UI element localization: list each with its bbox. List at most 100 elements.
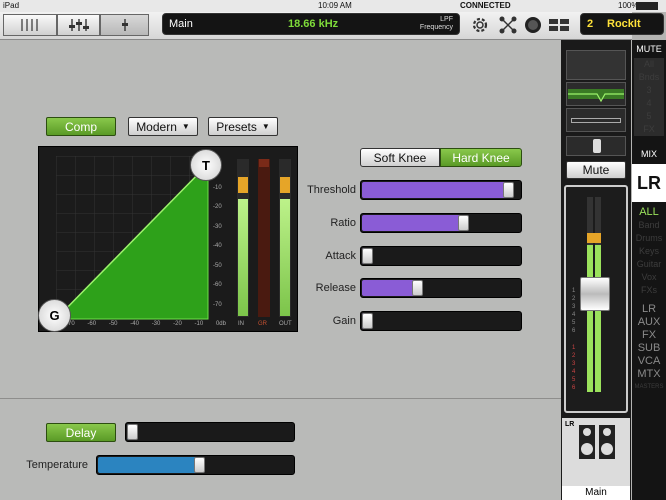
- channel-display[interactable]: Main 18.66 kHz LPF Frequency: [162, 13, 460, 35]
- x-tick: -50: [108, 321, 118, 327]
- slider-thumb[interactable]: [412, 280, 423, 296]
- filter-type: LPF: [440, 16, 453, 23]
- x-tick: -40: [130, 321, 139, 327]
- channels-view-button[interactable]: [3, 14, 57, 36]
- input-thumbnail[interactable]: [566, 50, 626, 80]
- single-fader-icon: [121, 19, 128, 31]
- scene-number: 2: [587, 18, 594, 30]
- mix-all-button[interactable]: ALL: [632, 206, 666, 219]
- eq-thumbnail[interactable]: [566, 82, 626, 106]
- meters-view-icon[interactable]: [548, 17, 570, 33]
- masters-label[interactable]: MASTERS: [632, 381, 666, 394]
- gain-reduction-meter: [258, 159, 270, 317]
- mix-item[interactable]: Guitar: [632, 258, 666, 271]
- dynamics-thumbnail[interactable]: [566, 108, 626, 132]
- ratio-slider[interactable]: [360, 213, 522, 233]
- gain-label: Gain: [332, 315, 356, 327]
- scene-display[interactable]: 2 RockIt: [580, 13, 664, 35]
- threshold-handle[interactable]: T: [190, 149, 222, 181]
- slider-thumb[interactable]: [127, 424, 138, 440]
- attack-slider[interactable]: [360, 246, 522, 266]
- mix-item[interactable]: Band: [632, 219, 666, 232]
- group-fx[interactable]: FX: [632, 329, 666, 342]
- eq-curve-icon: [568, 89, 624, 103]
- temperature-slider[interactable]: [96, 455, 295, 475]
- fader-area: 123456 123456: [564, 185, 628, 413]
- scene-name: RockIt: [607, 18, 641, 30]
- ratio-label: Ratio: [330, 217, 356, 229]
- slider-fill: [362, 215, 464, 231]
- y-tick: -50: [213, 262, 222, 269]
- main-channel-icon-box[interactable]: LR: [562, 418, 630, 486]
- main-channel-label[interactable]: Main: [562, 486, 630, 500]
- comp-toggle-button[interactable]: Comp: [46, 117, 116, 136]
- attack-label: Attack: [325, 250, 356, 262]
- slider-thumb[interactable]: [194, 457, 205, 473]
- mix-item[interactable]: Vox: [632, 271, 666, 284]
- faders-icon: [68, 19, 89, 31]
- x-tick: -30: [151, 321, 161, 327]
- gain-slider[interactable]: [360, 311, 522, 331]
- release-label: Release: [315, 282, 356, 294]
- chevron-down-icon: ▼: [181, 122, 190, 131]
- mute-group-fx[interactable]: FX: [634, 123, 664, 136]
- chevron-down-icon: ▼: [261, 122, 270, 131]
- mute-button[interactable]: Mute: [566, 161, 626, 179]
- mute-group-all[interactable]: All: [634, 58, 664, 71]
- mix-item[interactable]: Keys: [632, 245, 666, 258]
- meter-scale-right: 123456: [572, 345, 576, 391]
- x-tick: -60: [87, 321, 97, 327]
- connection-status: CONNECTED: [460, 1, 511, 10]
- delay-slider[interactable]: [125, 422, 295, 442]
- slider-thumb[interactable]: [503, 182, 514, 198]
- y-tick: -20: [213, 204, 222, 210]
- group-mtx[interactable]: MTX: [632, 368, 666, 381]
- slider-fill: [362, 280, 418, 296]
- meter-label-in: IN: [238, 321, 244, 327]
- x-tick: -10: [194, 321, 204, 327]
- x-axis-ticks: -70 -60 -50 -40 -30 -20 -10 0db: [66, 321, 226, 327]
- mute-group-5[interactable]: 5: [634, 110, 664, 123]
- slider-thumb[interactable]: [458, 215, 469, 231]
- soft-knee-button[interactable]: Soft Knee: [360, 148, 440, 167]
- release-slider[interactable]: [360, 278, 522, 298]
- compressor-graph: 0 -10 -20 -30 -40 -50 -60 -70 -70 -60 -5…: [38, 146, 298, 332]
- channel-strip: Mute 123456 123456 LR Main: [561, 40, 631, 500]
- slider-thumb[interactable]: [362, 313, 373, 329]
- mix-item[interactable]: Drums: [632, 232, 666, 245]
- mix-selected-lr[interactable]: LR: [632, 164, 666, 202]
- pan-control[interactable]: [566, 136, 626, 156]
- frequency-readout: 18.66 kHz: [288, 18, 339, 30]
- gear-icon[interactable]: [470, 15, 490, 35]
- gain-handle[interactable]: G: [38, 299, 71, 332]
- presets-dropdown[interactable]: Presets ▼: [208, 117, 278, 136]
- x-tick: 0db: [215, 321, 226, 327]
- group-lr[interactable]: LR: [632, 303, 666, 316]
- clock: 10:09 AM: [318, 1, 352, 10]
- filter-label: Frequency: [419, 24, 453, 31]
- fader-handle[interactable]: [580, 277, 610, 311]
- record-icon[interactable]: [524, 16, 542, 34]
- mode-dropdown[interactable]: Modern ▼: [128, 117, 198, 136]
- single-channel-view-button[interactable]: [100, 14, 149, 36]
- slider-fill: [98, 457, 200, 473]
- mute-group-4[interactable]: 4: [634, 97, 664, 110]
- status-bar: iPad 10:09 AM CONNECTED 100%: [0, 0, 666, 12]
- routing-icon[interactable]: [498, 15, 518, 35]
- threshold-slider[interactable]: [360, 180, 522, 200]
- mixer-view-button[interactable]: [57, 14, 100, 36]
- slider-thumb[interactable]: [362, 248, 373, 264]
- hard-knee-button[interactable]: Hard Knee: [440, 148, 522, 167]
- filter-info: LPF Frequency: [420, 16, 453, 32]
- mute-group-3[interactable]: 3: [634, 84, 664, 97]
- mix-title: MIX: [640, 149, 657, 159]
- threshold-label: Threshold: [307, 184, 356, 196]
- group-sub[interactable]: SUB: [632, 342, 666, 355]
- mode-value: Modern: [136, 119, 177, 134]
- y-tick: -60: [213, 282, 222, 288]
- mix-item[interactable]: FXs: [632, 284, 666, 297]
- group-aux[interactable]: AUX: [632, 316, 666, 329]
- group-vca[interactable]: VCA: [632, 355, 666, 368]
- mute-group-bnds[interactable]: Bnds: [634, 71, 664, 84]
- delay-toggle-button[interactable]: Delay: [46, 423, 116, 442]
